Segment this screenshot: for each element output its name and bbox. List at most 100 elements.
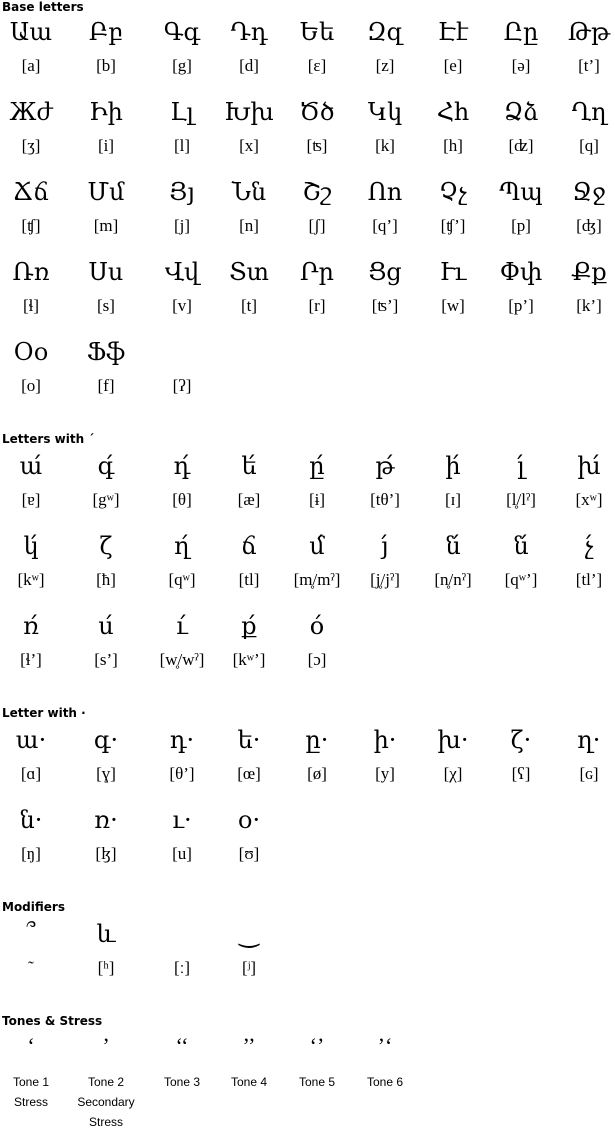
ipa-transcription: [o]	[21, 376, 41, 395]
letter-cell: Եե [ɛ]	[283, 12, 351, 92]
letter-glyph: ս́	[98, 612, 114, 640]
ipa-transcription: [χ]	[443, 764, 463, 783]
ipa-transcription: [kʷ’]	[232, 650, 266, 669]
ipa-transcription: [ɢ]	[579, 764, 599, 783]
ipa-transcription: [ʊ]	[238, 844, 260, 863]
letter-glyph: լ́	[517, 452, 525, 480]
ipa-transcription: [w̥/wˀ]	[159, 650, 205, 669]
letter-cell: ն· [ŋ]	[0, 800, 65, 880]
ipa-transcription: [n̥/nˀ]	[434, 570, 472, 589]
letter-cell: Չչ [ʧ’]	[419, 172, 487, 252]
letter-cell: ե́ [æ]	[215, 446, 283, 526]
letter-cell: գ́ [gʷ]	[72, 446, 140, 526]
ipa-transcription: [ɪ]	[444, 490, 462, 509]
letter-cell: Ղղ [q]	[555, 92, 615, 172]
letter-glyph: Ււ	[439, 258, 467, 286]
letter-glyph: ճ	[241, 532, 257, 560]
letter-glyph: Խխ	[224, 98, 274, 126]
ipa-transcription: [i]	[97, 136, 115, 155]
ipa-transcription: [l]	[173, 136, 191, 155]
ipa-transcription: [q]	[579, 136, 599, 155]
letter-glyph: ն́	[445, 532, 461, 560]
ipa-transcription: [ʲ]	[242, 958, 256, 977]
letter-glyph: ը·	[305, 726, 329, 754]
letter-cell: ղ́ [qʷ]	[148, 526, 216, 606]
modifier-glyph: ‿	[239, 920, 259, 948]
letter-glyph: չ́	[584, 532, 594, 560]
letter-glyph: ի́	[445, 452, 461, 480]
letter-cell: ե· [œ]	[215, 720, 283, 800]
letter-cell: Հհ [h]	[419, 92, 487, 172]
tone-mark: ‘‘	[175, 1033, 189, 1058]
letter-cell: ζ· [ʕ]	[487, 720, 555, 800]
tone-mark: ’’	[242, 1033, 256, 1058]
letter-cell: գ· [ɣ]	[72, 720, 140, 800]
modifier-glyph: և	[96, 920, 116, 948]
letter-glyph: Ղղ	[571, 98, 607, 126]
ipa-transcription: [ħ]	[96, 570, 116, 589]
letter-cell: ը· [ø]	[283, 720, 351, 800]
letter-cell: յ́ [j̥/jˀ]	[351, 526, 419, 606]
letter-glyph: Էէ	[437, 18, 469, 46]
letter-row: Աա [a] Բբ [b] Գգ [g] Դդ [d] Եե [ɛ] Զզ [z] Էէ [e] Ըը [ə]…	[0, 12, 615, 92]
letter-glyph: Ֆֆ	[86, 338, 126, 366]
ipa-transcription: [t’]	[578, 56, 600, 75]
letter-cell: մ́ [m̥/mˀ]	[283, 526, 351, 606]
letter-cell: ó [ɔ]	[283, 606, 351, 686]
modifiers-grid: ՞ ˜ և [ʰ] [ː] ‿ [ʲ]	[0, 914, 615, 994]
letter-cell: ռ́ [ɬ’]	[0, 606, 65, 686]
tone-cell: ’ Tone 2 Secondary Stress	[72, 1035, 140, 1130]
ipa-transcription: [ŋ]	[21, 844, 41, 863]
letter-cell: դ́ [θ]	[148, 446, 216, 526]
letter-row: Ճճ [ʧ] Մմ [m] Յյ [j] Նն [n] Շշ [ʃ] Ոո [q’] Չչ [ʧ’] Պպ […	[0, 172, 615, 252]
letter-glyph: Պպ	[499, 178, 543, 206]
letter-cell: Ձձ [ʣ]	[487, 92, 555, 172]
ipa-transcription: [tθ’]	[370, 490, 400, 509]
letter-cell: Ււ [w]	[419, 252, 487, 332]
letter-glyph: Աա	[9, 18, 53, 46]
letter-row: Ռռ [ɬ] Սս [s] Վվ [v] Տտ [t] Րր [r] Ցց [ʦ’] Ււ [w] Փփ [p…	[0, 252, 615, 332]
letter-glyph: Հհ	[436, 98, 470, 126]
letter-glyph: ե́	[241, 452, 257, 480]
letter-glyph: Քք	[571, 258, 607, 286]
ipa-transcription: [ʧ]	[21, 216, 41, 235]
letter-glyph: Լլ	[170, 98, 194, 126]
section-title-modifiers: Modifiers	[2, 900, 65, 914]
ipa-transcription: [g]	[172, 56, 192, 75]
ipa-transcription: [œ]	[237, 764, 261, 783]
section-title-letters-with-acute: Letters with ´	[2, 432, 95, 446]
letter-glyph: ռ́	[23, 612, 39, 640]
ipa-transcription: [v]	[172, 296, 192, 315]
letter-row: Жժ [ʒ] Իի [i] Լլ [l] Խխ [x] Ծծ [ʦ] Կկ [k] Հհ [h] Ձձ [ʣ]…	[0, 92, 615, 172]
ipa-transcription: [w]	[441, 296, 465, 315]
tone-label: Tone 6	[366, 1075, 404, 1089]
ipa-transcription: [f]	[97, 376, 115, 395]
letter-glyph: Տտ	[229, 258, 269, 286]
letter-row: ա· [ɑ] գ· [ɣ] դ· [θ’] ե· [œ] ը· [ø] ի· [y] խ· [χ] ζ· [ʕ…	[0, 720, 615, 800]
ipa-transcription: [θ’]	[169, 764, 195, 783]
base-letters-grid: Աա [a] Բբ [b] Գգ [g] Դդ [d] Եե [ɛ] Զզ [z] Էէ [e] Ըը [ə]…	[0, 12, 615, 412]
ipa-transcription: [p’]	[508, 296, 534, 315]
ipa-transcription: [m]	[93, 216, 119, 235]
ipa-transcription: [k]	[375, 136, 395, 155]
ipa-transcription: [b]	[96, 56, 116, 75]
ipa-transcription: [ɬ’]	[20, 650, 42, 669]
letter-glyph: յ́	[381, 532, 389, 560]
letter-cell: ս́ [s’]	[72, 606, 140, 686]
ipa-transcription: [ɣ]	[96, 764, 116, 783]
ipa-transcription: [æ]	[237, 490, 261, 509]
ipa-transcription: [ʦ]	[306, 136, 328, 155]
letter-glyph: Գգ	[163, 18, 201, 46]
letter-glyph: խ·	[437, 726, 469, 754]
letter-glyph: Ցց	[368, 258, 402, 286]
letter-glyph: ն́	[513, 532, 529, 560]
letter-glyph: Վվ	[164, 258, 200, 286]
ipa-transcription: [qʷ’]	[504, 570, 538, 589]
letter-cell: կ́ [kʷ]	[0, 526, 65, 606]
letter-glyph: Նն	[231, 178, 267, 206]
letter-cell: Տտ [t]	[215, 252, 283, 332]
letter-cell: ի· [y]	[351, 720, 419, 800]
ipa-transcription: [ʦ’]	[371, 296, 399, 315]
letter-glyph: Ռռ	[12, 258, 50, 286]
ipa-transcription: [l̥/lˀ]	[506, 490, 536, 509]
